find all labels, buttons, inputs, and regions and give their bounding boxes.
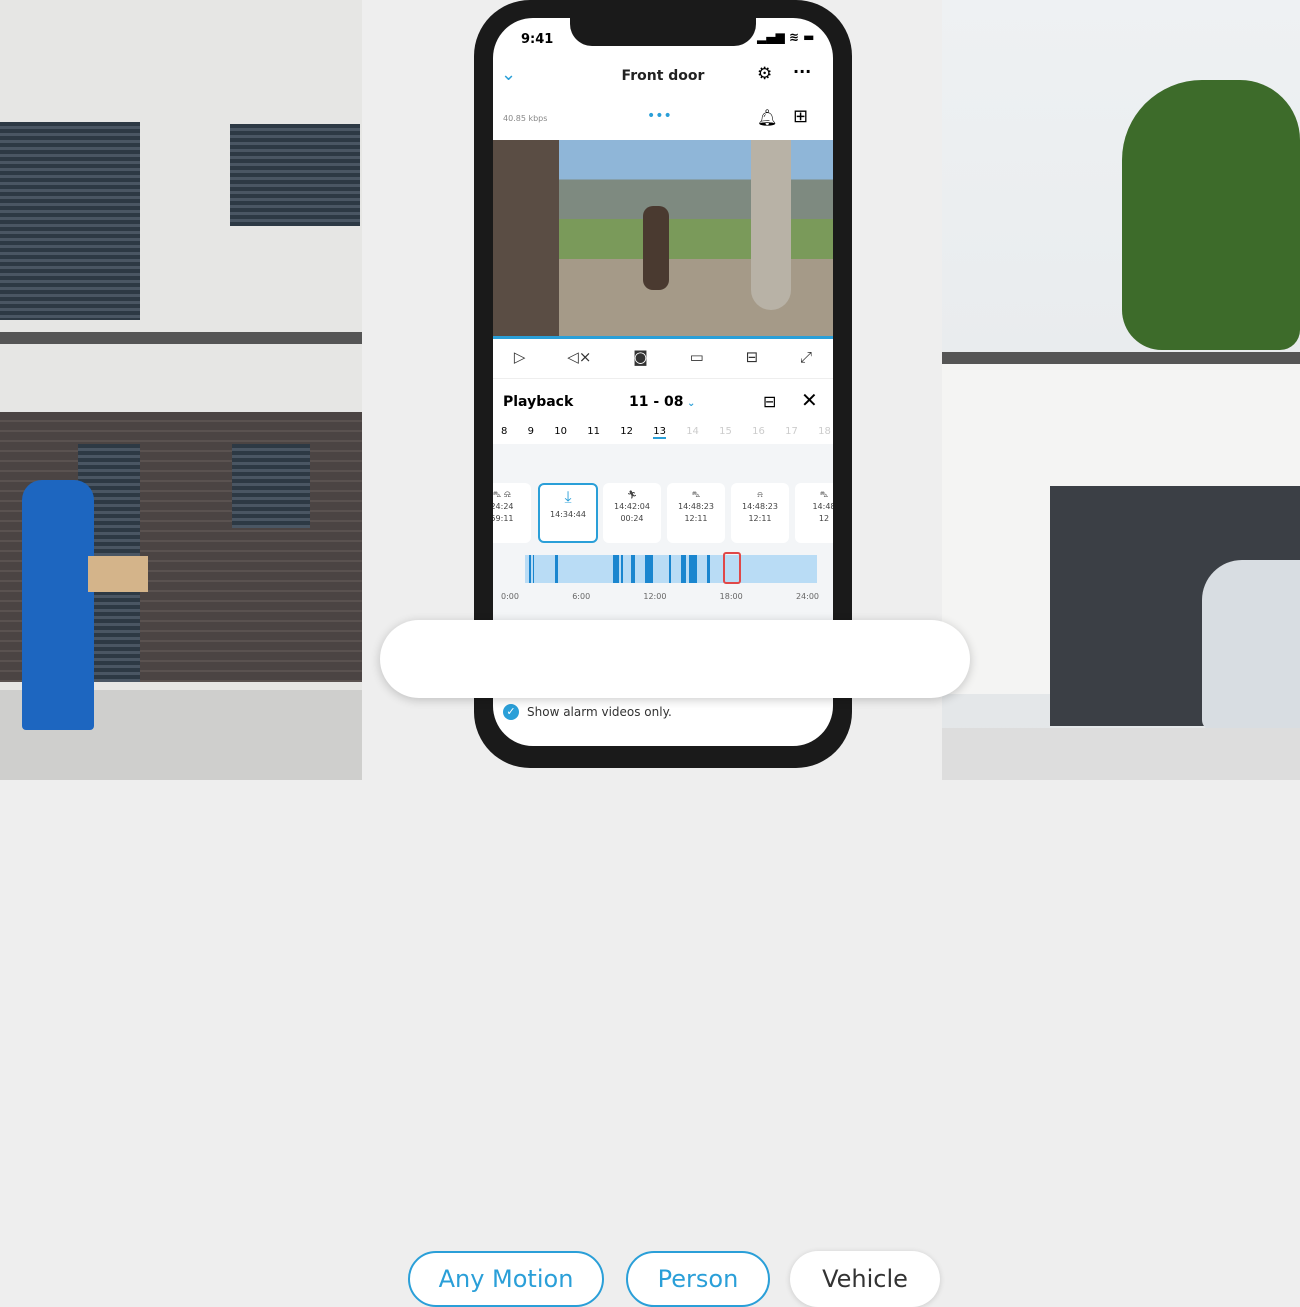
check-icon: ✓ <box>503 704 519 720</box>
chevron-down-icon: ⌄ <box>683 398 696 409</box>
day[interactable]: 9 <box>528 426 534 439</box>
timeline-event-bar[interactable] <box>613 555 619 583</box>
timeline-event-bar[interactable] <box>707 555 710 583</box>
background-house-right <box>942 0 1300 780</box>
event-duration: 12 <box>818 514 830 523</box>
event-time: 24:24 <box>493 502 514 511</box>
axis-label: 0:00 <box>501 592 519 601</box>
resolution-icon[interactable]: ⊟ <box>746 348 759 370</box>
timeline-event-bar[interactable] <box>631 555 635 583</box>
event-card[interactable]: ⛍ 14:48 12 <box>795 483 833 543</box>
alarm-icon[interactable]: 🔔︎ <box>757 108 777 127</box>
timeline-event-bar[interactable] <box>669 555 671 583</box>
play-icon[interactable]: ▷ <box>514 348 526 370</box>
day[interactable]: 17 <box>785 426 798 439</box>
day[interactable]: 18 <box>818 426 831 439</box>
day[interactable]: 14 <box>686 426 699 439</box>
event-card[interactable]: ⛍ ⍾ 24:24 59:11 <box>493 483 531 543</box>
event-card-selected[interactable]: ⤓ 14:34:44 <box>538 483 598 543</box>
event-duration: 59:11 <box>493 514 514 523</box>
timeline-event-bar[interactable] <box>681 555 686 583</box>
filter-any-motion[interactable]: Any Motion <box>408 1251 604 1307</box>
timeline-event-bar[interactable] <box>555 555 558 583</box>
mute-icon[interactable]: ◁× <box>567 348 591 370</box>
live-video-feed[interactable] <box>493 140 833 338</box>
person-icon: 🏃︎ <box>626 490 638 499</box>
filter-bar: Any Motion Person Vehicle <box>380 620 970 1307</box>
date-value: 11 - 08 <box>629 394 684 410</box>
timeline-event-bar[interactable] <box>645 555 653 583</box>
fullscreen-icon[interactable]: ⤢ <box>800 348 812 370</box>
axis-label: 24:00 <box>795 592 819 601</box>
download-icon: ⤓ <box>564 487 572 506</box>
filter-vehicle[interactable]: Vehicle <box>790 1251 940 1307</box>
event-duration: 12:11 <box>684 514 708 523</box>
snapshot-icon[interactable]: ◙ <box>633 348 648 370</box>
vehicle-alarm-icon: ⛍ ⍾ <box>493 490 512 499</box>
event-time: 14:48:23 <box>742 502 778 511</box>
bitrate: 40.85 kbps <box>503 114 548 123</box>
event-card[interactable]: 🏃︎ 14:42:04 00:24 <box>603 483 661 543</box>
axis-label: 12:00 <box>643 592 667 601</box>
close-icon[interactable]: ✕ <box>801 388 818 412</box>
gear-icon[interactable]: ⚙ <box>757 64 772 84</box>
record-icon[interactable]: ▭ <box>690 348 704 370</box>
event-duration: 00:24 <box>620 514 644 523</box>
page-dots: ••• <box>647 108 672 124</box>
day[interactable]: 16 <box>752 426 765 439</box>
timeline-event-bar[interactable] <box>529 555 531 583</box>
event-card[interactable]: ⍾ 14:48:23 12:11 <box>731 483 789 543</box>
axis-label: 6:00 <box>572 592 591 601</box>
event-time: 14:42:04 <box>614 502 650 511</box>
day[interactable]: 8 <box>501 426 507 439</box>
event-time: 14:48 <box>812 502 833 511</box>
alarm-only-checkbox[interactable]: ✓ Show alarm videos only. <box>503 704 672 720</box>
vehicle-icon: ⛍ <box>819 490 829 499</box>
vehicle-icon: ⛍ <box>691 490 701 499</box>
calendar-icon[interactable]: ⊟ <box>763 392 776 411</box>
timeline-event-bar[interactable] <box>533 555 534 583</box>
event-card[interactable]: ⛍ 14:48:23 12:11 <box>667 483 725 543</box>
day[interactable]: 11 <box>587 426 600 439</box>
grid-icon[interactable]: ⊞ <box>793 106 808 127</box>
date-selector[interactable]: 11 - 08 ⌄ <box>629 394 695 410</box>
day[interactable]: 15 <box>719 426 732 439</box>
filter-person[interactable]: Person <box>626 1251 770 1307</box>
day-selected[interactable]: 13 <box>653 426 666 439</box>
more-icon[interactable]: ··· <box>793 62 811 81</box>
alarm-only-label: Show alarm videos only. <box>527 705 672 719</box>
day[interactable]: 10 <box>554 426 567 439</box>
timeline-event-bar[interactable] <box>621 555 623 583</box>
axis-label: 18:00 <box>719 592 743 601</box>
timeline-event-bar[interactable] <box>689 555 697 583</box>
day-selector: 8 9 10 11 12 13 14 15 16 17 18 <box>501 426 831 439</box>
background-house-left <box>0 0 362 780</box>
phone-notch <box>570 12 756 46</box>
playback-title: Playback <box>503 394 574 410</box>
page-title: Front door <box>621 68 705 84</box>
event-time: 14:48:23 <box>678 502 714 511</box>
status-time: 9:41 <box>521 32 554 47</box>
alarm-icon: ⍾ <box>757 490 763 499</box>
signal-wifi-battery-icon: ▂▄▆ ≋ ▬ <box>757 30 815 44</box>
event-duration: 12:11 <box>748 514 772 523</box>
timeline-marker[interactable] <box>723 552 741 584</box>
event-time: 14:34:44 <box>550 510 586 519</box>
day[interactable]: 12 <box>620 426 633 439</box>
delivery-person <box>22 480 94 730</box>
